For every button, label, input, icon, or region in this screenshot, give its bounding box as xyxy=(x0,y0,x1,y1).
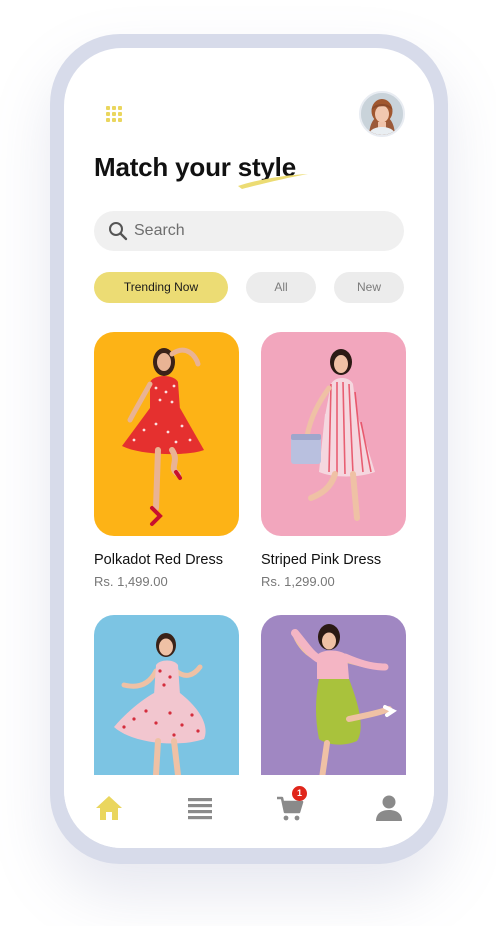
grid-icon[interactable] xyxy=(106,106,122,122)
product-photo-striped-pink-dress xyxy=(291,349,375,521)
filter-new[interactable]: New xyxy=(334,272,404,303)
product-price: Rs. 1,299.00 xyxy=(261,574,335,589)
bottom-navigation: 1 xyxy=(64,775,434,848)
filter-all[interactable]: All xyxy=(246,272,316,303)
avatar[interactable] xyxy=(359,91,405,137)
product-name: Polkadot Red Dress xyxy=(94,552,223,568)
product-photo-polkadot-red-dress xyxy=(122,347,204,526)
phone-frame: Match your style Trending Now All New xyxy=(50,34,448,864)
product-image xyxy=(261,332,406,536)
search-icon xyxy=(109,222,128,241)
home-icon[interactable] xyxy=(94,793,124,823)
title-underline-decoration xyxy=(238,174,308,189)
product-image xyxy=(94,332,239,536)
search-input[interactable] xyxy=(134,211,384,251)
list-icon[interactable] xyxy=(185,793,215,823)
profile-icon[interactable] xyxy=(374,793,404,823)
user-avatar-icon xyxy=(361,93,403,135)
cart-icon[interactable]: 1 xyxy=(275,786,307,823)
filter-trending-now[interactable]: Trending Now xyxy=(94,272,228,303)
product-name: Striped Pink Dress xyxy=(261,552,382,568)
search-bar[interactable] xyxy=(94,211,404,251)
app-screen: Match your style Trending Now All New xyxy=(64,48,434,848)
cart-badge: 1 xyxy=(292,786,307,801)
product-price: Rs. 1,499.00 xyxy=(94,574,168,589)
